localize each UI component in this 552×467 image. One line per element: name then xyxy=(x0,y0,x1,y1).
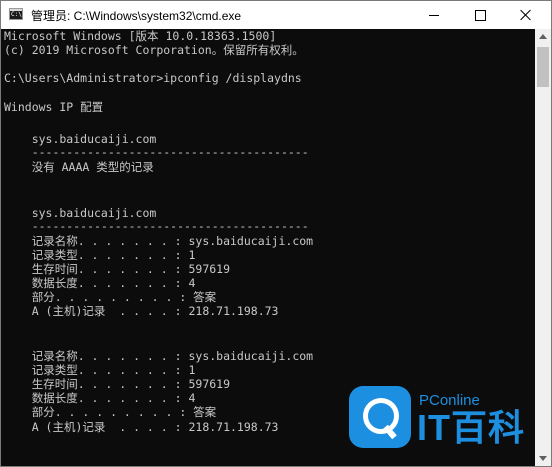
cmd-app-icon[interactable] xyxy=(9,8,23,20)
close-button[interactable] xyxy=(503,1,549,29)
close-icon xyxy=(520,9,532,21)
title-bar[interactable]: 管理员: C:\Windows\system32\cmd.exe xyxy=(1,1,551,29)
console-line: 没有 AAAA 类型的记录 xyxy=(4,160,154,174)
window-title: 管理员: C:\Windows\system32\cmd.exe xyxy=(31,9,242,23)
console-line: Microsoft Windows [版本 10.0.18363.1500] xyxy=(4,29,277,43)
console-line: 记录类型. . . . . . . : 1 xyxy=(4,363,196,377)
scrollbar-thumb[interactable] xyxy=(537,47,549,87)
console-line: 部分. . . . . . . . . : 答案 xyxy=(4,290,217,304)
maximize-icon xyxy=(474,9,486,21)
console-line: (c) 2019 Microsoft Corporation。保留所有权利。 xyxy=(4,43,304,57)
pconline-logo-icon xyxy=(349,386,411,448)
console-line: Windows IP 配置 xyxy=(4,100,104,114)
console-line: 生存时间. . . . . . . : 597619 xyxy=(4,377,231,391)
scroll-up-arrow-icon[interactable] xyxy=(539,34,547,39)
console-line: 数据长度. . . . . . . : 4 xyxy=(4,391,196,405)
maximize-button[interactable] xyxy=(457,1,503,29)
console-line: 部分. . . . . . . . . : 答案 xyxy=(4,405,217,419)
console-line: A (主机)记录 . . . . : 218.71.198.73 xyxy=(4,420,279,434)
minimize-button[interactable] xyxy=(411,1,457,29)
cmd-window: 管理员: C:\Windows\system32\cmd.exe Microso… xyxy=(0,0,552,467)
console-line: 生存时间. . . . . . . : 597619 xyxy=(4,262,231,276)
console-line: ---------------------------------------- xyxy=(4,219,309,233)
watermark-brand-big: IT百科 xyxy=(417,407,525,448)
pconline-watermark: PConline IT百科 xyxy=(349,386,539,456)
console-line: ---------------------------------------- xyxy=(4,145,309,159)
console-line: 记录名称. . . . . . . : sys.baiducaiji.com xyxy=(4,349,314,363)
console-line: C:\Users\Administrator>ipconfig /display… xyxy=(4,71,302,85)
console-line: 记录类型. . . . . . . : 1 xyxy=(4,248,196,262)
console-line: 数据长度. . . . . . . : 4 xyxy=(4,276,196,290)
scroll-down-arrow-icon[interactable] xyxy=(539,456,547,461)
minimize-icon xyxy=(429,14,439,16)
console-line: A (主机)记录 . . . . : 218.71.198.73 xyxy=(4,304,279,318)
console-line: 记录名称. . . . . . . : sys.baiducaiji.com xyxy=(4,234,314,248)
